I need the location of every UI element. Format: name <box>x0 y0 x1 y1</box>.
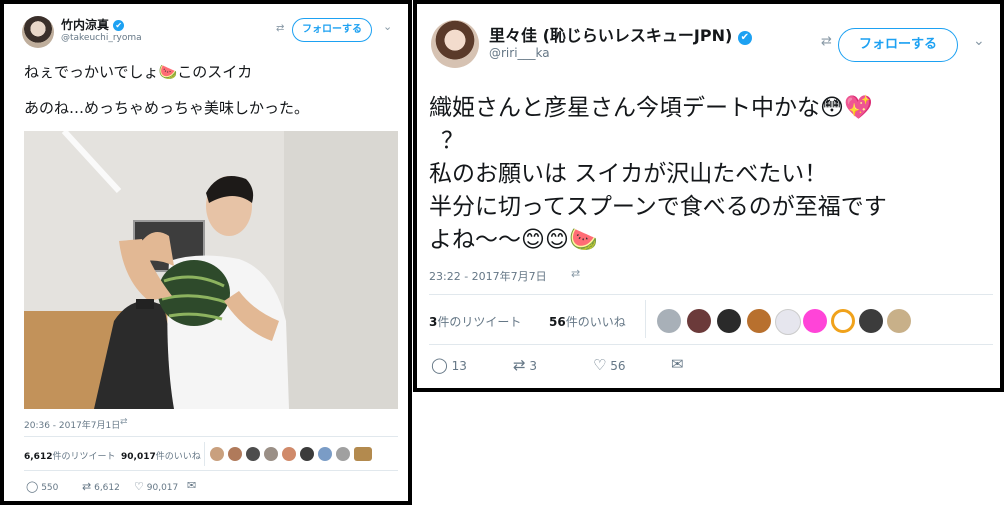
like-action-count: 90,017 <box>146 483 179 493</box>
liker-avatar[interactable] <box>282 447 296 461</box>
like-count: 90,017 <box>121 452 156 462</box>
follow-button[interactable]: フォローする <box>838 28 958 62</box>
avatar[interactable] <box>22 16 54 48</box>
author-name-text: 里々佳 (恥じらいレスキューJPN) <box>489 26 733 45</box>
like-action-count: 56 <box>610 359 626 373</box>
liker-avatar[interactable] <box>887 309 911 333</box>
liker-avatar[interactable] <box>336 447 350 461</box>
reply-button[interactable]: ◯ 13 <box>431 356 467 374</box>
tweet-text-line-1: ねぇでっかいでしょ🍉このスイカ <box>24 63 253 81</box>
follow-button[interactable]: フォローする <box>292 18 372 42</box>
author-name[interactable]: 里々佳 (恥じらいレスキューJPN) ✔ <box>489 22 752 46</box>
dm-button[interactable]: ✉ <box>671 355 684 373</box>
liker-avatar[interactable] <box>318 447 332 461</box>
retweet-button[interactable]: ⇄ 3 <box>513 356 537 374</box>
liker-avatar[interactable] <box>300 447 314 461</box>
retweet-action-count: 6,612 <box>94 483 120 493</box>
tweet-timestamp[interactable]: 20:36 - 2017年7月1日 <box>24 418 120 431</box>
left-tweet-card: 竹内涼真 ✔ @takeuchi_ryoma ⇄ フォローする ⌄ ねぇでっかい… <box>0 0 412 505</box>
chevron-down-icon[interactable]: ⌄ <box>383 20 392 33</box>
tweet-text-line-3: 私のお願いは スイカが沢山たべたい！ <box>429 161 828 187</box>
liker-avatar[interactable] <box>246 447 260 461</box>
like-label: 件のいいね <box>155 452 201 462</box>
divider <box>204 442 205 466</box>
verified-badge-icon: ✔ <box>113 20 125 31</box>
author-handle[interactable]: @takeuchi_ryoma <box>61 33 142 43</box>
liker-avatar[interactable] <box>859 309 883 333</box>
divider <box>645 300 646 338</box>
retweet-count: 6,612 <box>24 452 53 462</box>
verified-badge-icon: ✔ <box>737 31 752 45</box>
right-tweet-card: 里々佳 (恥じらいレスキューJPN) ✔ @riri___ka ⇄ フォローする… <box>413 0 1004 392</box>
photo-illustration <box>24 131 398 409</box>
reply-count: 550 <box>41 483 59 493</box>
chevron-down-icon[interactable]: ⌄ <box>973 33 985 49</box>
liker-avatar[interactable] <box>775 309 801 335</box>
divider <box>24 436 398 437</box>
divider <box>429 344 993 345</box>
reply-icon: ◯ <box>431 356 448 374</box>
liker-avatar[interactable] <box>210 447 224 461</box>
liker-avatar[interactable] <box>228 447 242 461</box>
retweet-icon: ⇄ <box>513 356 526 374</box>
like-icon: ♡ <box>593 356 607 374</box>
retweet-stat[interactable]: 3件のリツイート <box>429 313 521 330</box>
author-name[interactable]: 竹内涼真 ✔ <box>61 16 125 33</box>
share-icon: ⇄ <box>120 417 128 427</box>
retweet-icon: ⇄ <box>82 480 92 493</box>
like-stat[interactable]: 90,017件のいいね <box>121 449 201 462</box>
like-button[interactable]: ♡ 56 <box>593 356 626 374</box>
liker-avatar[interactable] <box>831 309 855 333</box>
reply-count: 13 <box>451 359 467 373</box>
tweet-text-line-4: 半分に切ってスプーンで食べるのが至福です <box>429 194 887 220</box>
like-icon: ♡ <box>134 480 144 493</box>
retweet-button[interactable]: ⇄ 6,612 <box>82 480 120 493</box>
divider <box>24 470 398 471</box>
dm-icon: ✉ <box>187 479 197 492</box>
share-icon: ⇄ <box>571 267 581 280</box>
share-icon[interactable]: ⇄ <box>276 23 284 34</box>
dm-icon: ✉ <box>671 355 684 373</box>
tweet-text-line-2: ？ <box>441 128 464 154</box>
liker-avatar[interactable] <box>717 309 741 333</box>
dm-button[interactable]: ✉ <box>187 479 196 492</box>
like-button[interactable]: ♡ 90,017 <box>134 480 178 493</box>
liker-avatar[interactable] <box>657 309 681 333</box>
liker-avatar[interactable] <box>264 447 278 461</box>
tweet-timestamp[interactable]: 23:22 - 2017年7月7日 <box>429 268 547 284</box>
retweet-label: 件のリツイート <box>437 315 522 329</box>
avatar[interactable] <box>431 20 479 68</box>
tweet-photo[interactable] <box>24 131 398 409</box>
reply-button[interactable]: ◯ 550 <box>26 480 58 493</box>
like-count: 56 <box>549 315 566 329</box>
divider <box>429 294 993 295</box>
liker-avatar[interactable] <box>354 447 372 461</box>
share-icon[interactable]: ⇄ <box>821 34 832 49</box>
author-name-text: 竹内涼真 <box>61 18 110 32</box>
like-stat[interactable]: 56件のいいね <box>549 313 626 330</box>
retweet-action-count: 3 <box>529 359 538 373</box>
tweet-text-line-2: あのね…めっちゃめっちゃ美味しかった。 <box>24 99 310 117</box>
tweet-text-line-5: よね〜〜😊😊🍉 <box>429 227 598 253</box>
retweet-stat[interactable]: 6,612件のリツイート <box>24 449 115 462</box>
liker-avatar[interactable] <box>747 309 771 333</box>
liker-avatar[interactable] <box>687 309 711 333</box>
reply-icon: ◯ <box>26 480 39 493</box>
author-handle[interactable]: @riri___ka <box>489 46 550 60</box>
retweet-label: 件のリツイート <box>52 452 116 462</box>
tweet-text-line-1: 織姫さんと彦星さん今頃デート中かな😳💖 <box>429 95 873 121</box>
liker-avatar[interactable] <box>803 309 827 333</box>
like-label: 件のいいね <box>565 315 626 329</box>
